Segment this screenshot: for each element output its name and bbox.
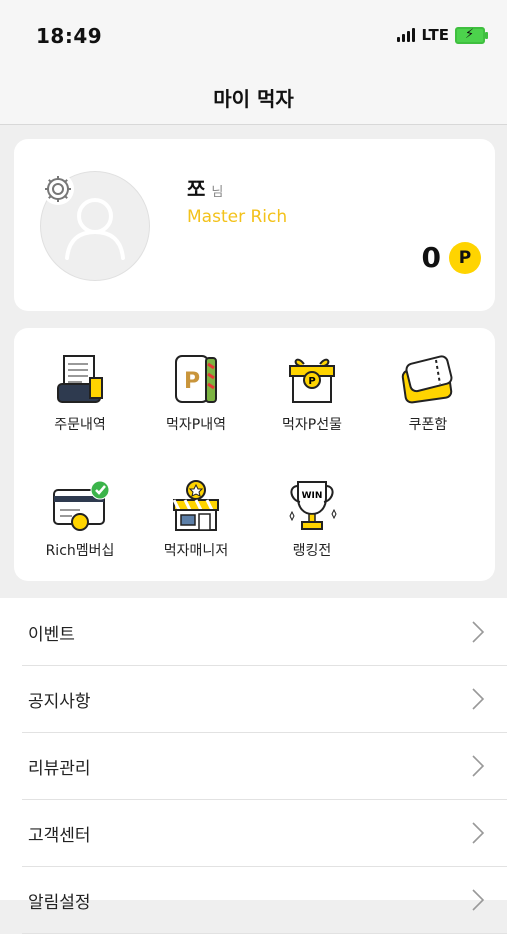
points-value: 0 — [421, 241, 441, 274]
coupon-icon — [401, 355, 453, 404]
list-item-label: 리뷰관리 — [28, 759, 91, 779]
menu-item-manager[interactable]: 먹자매니저 — [139, 454, 253, 564]
store-manager-icon — [172, 480, 219, 531]
svg-text:P: P — [184, 369, 200, 394]
menu-label: 먹자P내역 — [166, 417, 226, 433]
gear-icon[interactable] — [41, 172, 75, 206]
list-item-events[interactable]: 이벤트 — [22, 598, 507, 666]
menu-item-coupon-box[interactable]: 쿠폰함 — [371, 328, 485, 438]
status-bar: 18:49 LTE ⚡ — [0, 0, 507, 70]
network-type: LTE — [421, 26, 449, 44]
menu-item-order-history[interactable]: 주문내역 — [23, 328, 137, 438]
menu-label: Rich멤버십 — [45, 543, 115, 559]
chevron-right-icon — [472, 688, 485, 710]
page-title: 마이 먹자 — [213, 86, 294, 111]
menu-item-points-gift[interactable]: P 먹자P선물 — [255, 328, 369, 438]
list-item-customer-center[interactable]: 고객센터 — [22, 799, 507, 867]
svg-text:P: P — [308, 376, 315, 387]
user-name: 쪼님 — [187, 173, 223, 202]
honorific: 님 — [211, 185, 224, 200]
battery-icon: ⚡ — [455, 26, 488, 44]
user-name-text: 쪼 — [187, 177, 206, 201]
settings-list: 이벤트 공지사항 리뷰관리 고객센터 알림설정 — [0, 598, 507, 934]
list-item-label: 알림설정 — [28, 893, 91, 913]
menu-label: 먹자P선물 — [282, 417, 342, 433]
membership-card-icon — [53, 480, 110, 531]
avatar[interactable] — [40, 171, 150, 281]
sandwich-points-icon: P — [175, 355, 217, 403]
svg-text:WIN: WIN — [302, 491, 323, 501]
nav-bar: 마이 먹자 — [0, 70, 507, 125]
menu-item-rich-membership[interactable]: Rich멤버십 — [23, 454, 137, 564]
list-item-notices[interactable]: 공지사항 — [22, 665, 507, 733]
menu-label: 주문내역 — [54, 417, 106, 433]
profile-card: 쪼님 Master Rich 0 P — [14, 139, 495, 311]
menu-grid: 주문내역 P 먹자P내역 P 먹자P선물 쿠폰함 Rich멤버십 먹자매니저 W… — [14, 328, 495, 581]
chevron-right-icon — [472, 889, 485, 911]
status-time: 18:49 — [36, 24, 103, 48]
list-item-label: 고객센터 — [28, 826, 91, 846]
signal-icon — [397, 28, 416, 42]
membership-grade: Master Rich — [187, 207, 288, 227]
menu-label: 먹자매니저 — [163, 543, 229, 559]
chevron-right-icon — [472, 822, 485, 844]
points-display[interactable]: 0 P — [422, 241, 481, 274]
list-item-review-management[interactable]: 리뷰관리 — [22, 732, 507, 800]
list-item-label: 이벤트 — [28, 625, 75, 645]
gift-box-icon: P — [289, 358, 335, 403]
point-coin-icon: P — [449, 241, 481, 274]
trophy-icon: WIN — [289, 481, 337, 530]
receipt-icon — [57, 355, 103, 403]
list-item-notification-settings[interactable]: 알림설정 — [22, 866, 507, 934]
chevron-right-icon — [472, 621, 485, 643]
menu-label: 랭킹전 — [292, 543, 332, 559]
list-item-label: 공지사항 — [28, 692, 91, 712]
menu-label: 쿠폰함 — [408, 417, 448, 433]
status-indicators: LTE ⚡ — [397, 26, 488, 44]
menu-item-points-history[interactable]: P 먹자P내역 — [139, 328, 253, 438]
chevron-right-icon — [472, 755, 485, 777]
menu-item-ranking[interactable]: WIN 랭킹전 — [255, 454, 369, 564]
